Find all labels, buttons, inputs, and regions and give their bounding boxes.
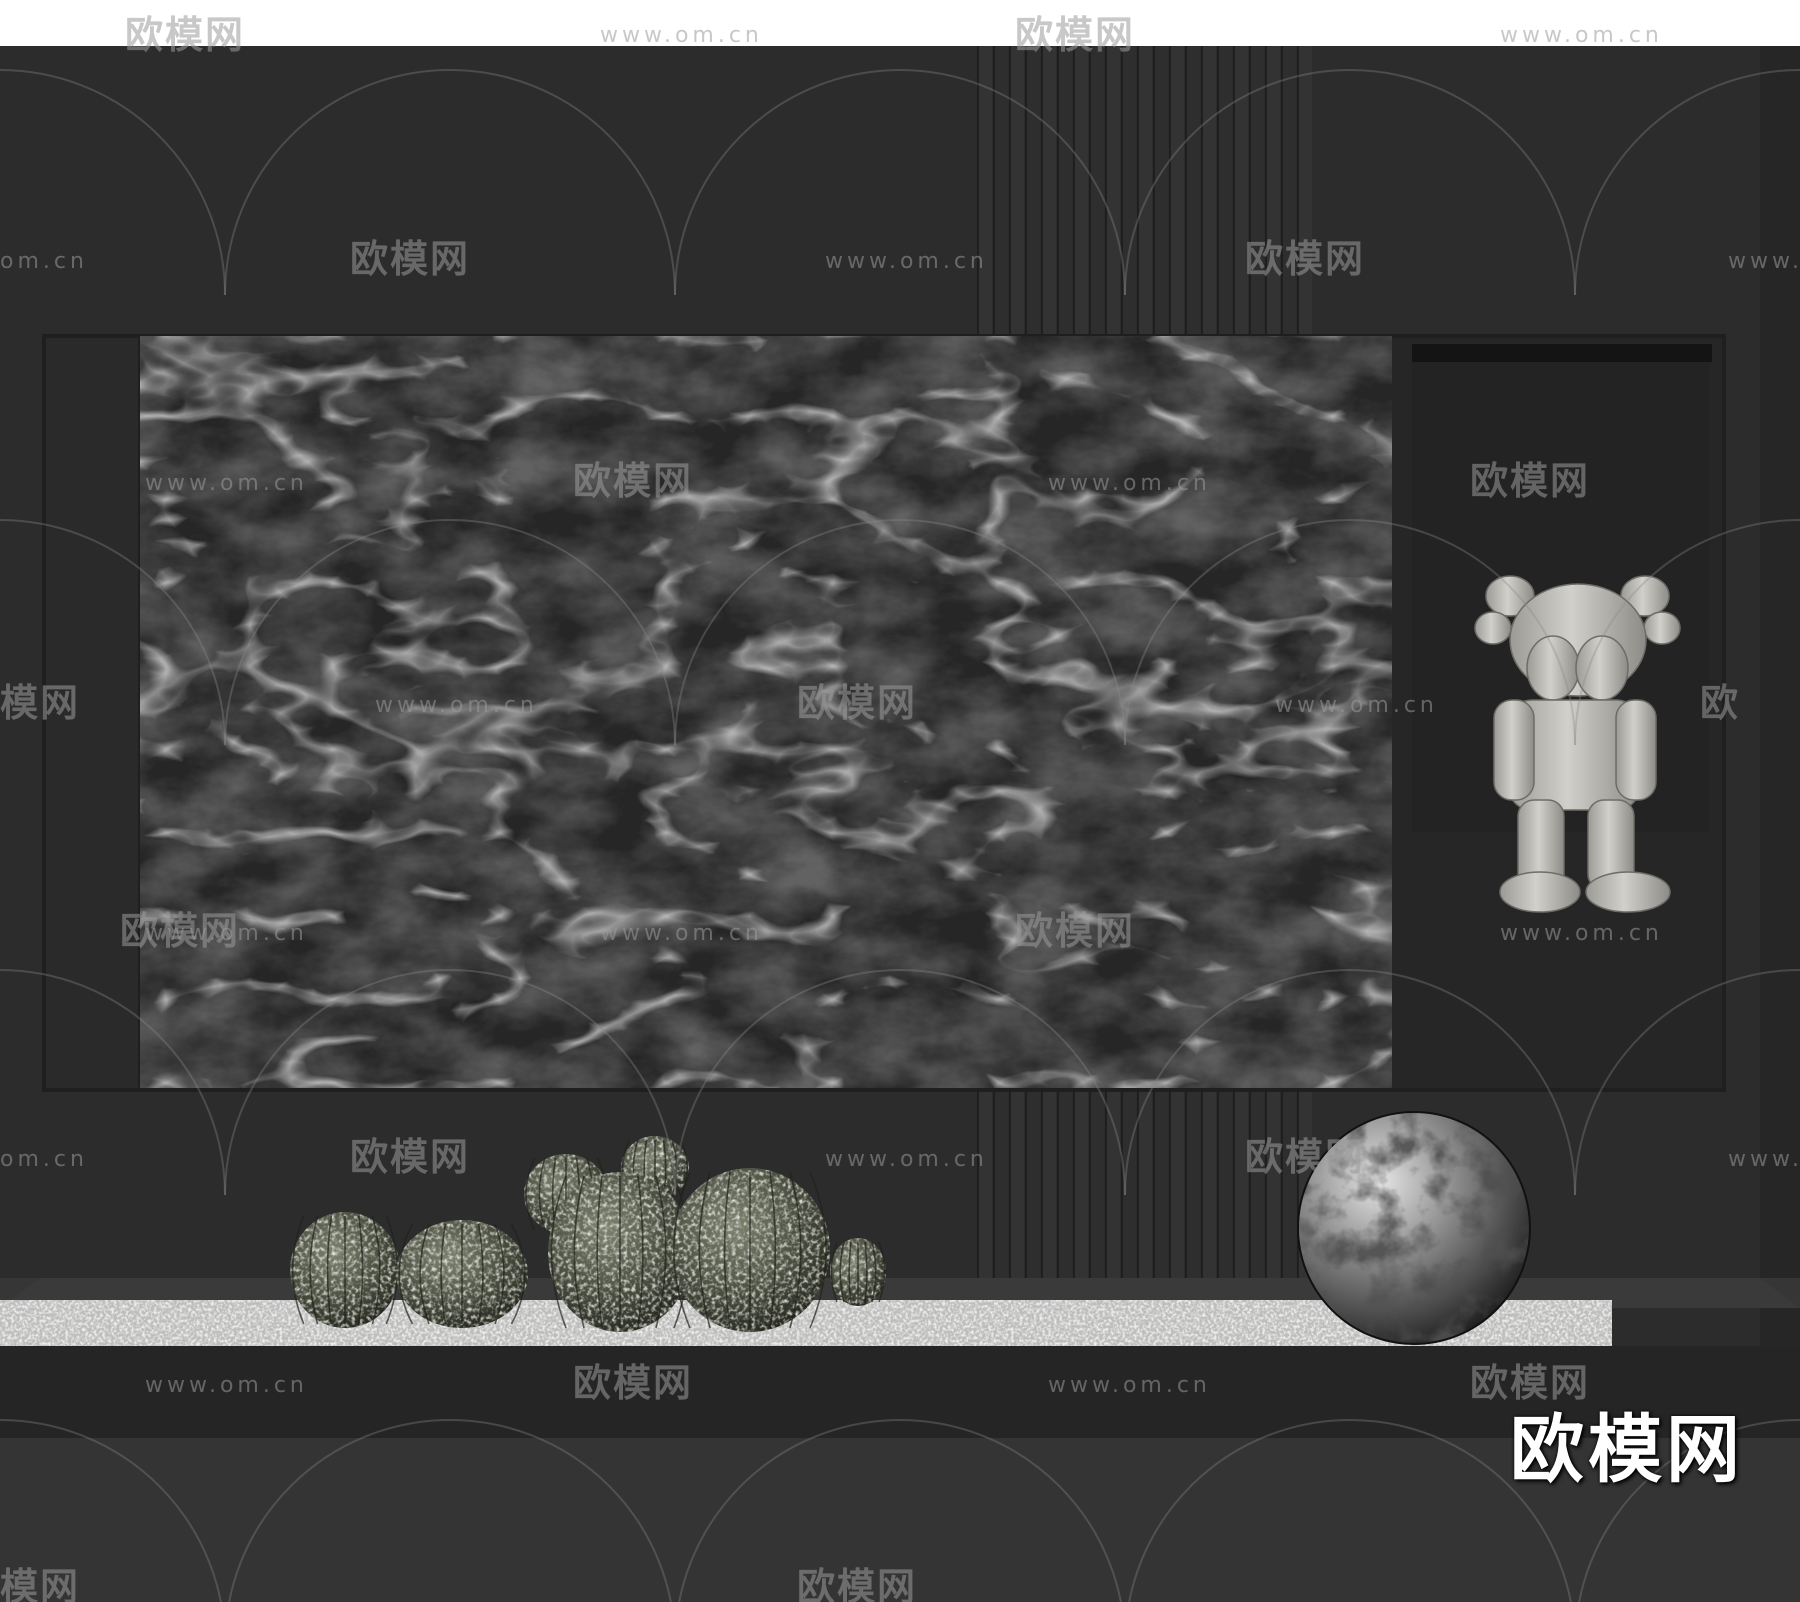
- watermark-url: www.om.cn: [1500, 921, 1663, 946]
- flute-strip: [1106, 46, 1120, 334]
- watermark-brand: 欧模网: [797, 681, 917, 725]
- flute-strip: [1266, 46, 1280, 334]
- fluted-panel-upper: [977, 46, 1312, 334]
- watermark-url: www.om.cn: [1048, 471, 1211, 496]
- watermark-brand: 欧模网: [1470, 1361, 1590, 1405]
- flute-strip: [1282, 1092, 1296, 1280]
- watermark-url: www.om.cn: [1500, 23, 1663, 48]
- flute-strip: [1090, 1092, 1104, 1280]
- watermark-url: www.om.cn: [600, 23, 763, 48]
- watermark-brand: 欧模网: [125, 13, 245, 57]
- flute-strip: [994, 46, 1008, 334]
- watermark-url: www.om.cn: [145, 1373, 308, 1398]
- watermark-brand: 模网: [0, 681, 80, 725]
- watermark-brand: 欧: [1700, 681, 1740, 725]
- flute-strip: [1026, 1092, 1040, 1280]
- watermark-url: www.: [1728, 249, 1800, 274]
- watermark-url: www.: [1728, 1147, 1800, 1172]
- watermark-brand: 欧模网: [1015, 13, 1135, 57]
- flute-strip: [1154, 46, 1168, 334]
- flute-strip: [1282, 46, 1296, 334]
- flute-strip: [1170, 46, 1184, 334]
- watermark-url: om.cn: [0, 1147, 88, 1172]
- niche-top-shadow: [1412, 344, 1712, 362]
- flute-strip: [1186, 46, 1200, 334]
- flute-strip: [1058, 46, 1072, 334]
- flute-strip: [1298, 46, 1312, 334]
- watermark-brand: 欧模网: [1015, 909, 1135, 953]
- flute-strip: [1234, 1092, 1248, 1280]
- watermark-brand: 欧模网: [1470, 459, 1590, 503]
- flute-strip: [1202, 1092, 1216, 1280]
- flute-strip: [1202, 46, 1216, 334]
- fluted-panel-lower: [977, 1092, 1312, 1280]
- watermark-brand: 欧模网: [350, 1135, 470, 1179]
- flute-strip: [1010, 1092, 1024, 1280]
- flute-strip: [1074, 1092, 1088, 1280]
- watermark-url: www.om.cn: [825, 249, 988, 274]
- flute-strip: [1042, 1092, 1056, 1280]
- flute-strip: [994, 1092, 1008, 1280]
- scene-canvas: 欧模网 www.om.cn 欧模网 www.om.cnom.cn 欧模网 www.om.c…: [0, 0, 1800, 1602]
- watermark-url: www.om.cn: [145, 471, 308, 496]
- marble-slab: [140, 336, 1392, 1088]
- watermark-url: om.cn: [0, 249, 88, 274]
- watermark-brand: 欧模网: [350, 237, 470, 281]
- flute-strip: [1234, 46, 1248, 334]
- flute-strip: [1154, 1092, 1168, 1280]
- flute-strip: [1266, 1092, 1280, 1280]
- watermark-brand: 模网: [0, 1565, 80, 1602]
- flute-strip: [1058, 1092, 1072, 1280]
- flute-strip: [1186, 1092, 1200, 1280]
- flute-strip: [1090, 46, 1104, 334]
- watermark-url: www.om.cn: [825, 1147, 988, 1172]
- watermark-url: www.om.cn: [600, 921, 763, 946]
- flute-strip: [1074, 46, 1088, 334]
- flute-strip: [1138, 1092, 1152, 1280]
- flute-strip: [1218, 46, 1232, 334]
- watermark-brand: 欧模网: [120, 909, 240, 953]
- watermark-url: www.om.cn: [1048, 1373, 1211, 1398]
- flute-strip: [1026, 46, 1040, 334]
- flute-strip: [1170, 1092, 1184, 1280]
- brand-logo-text: 欧模网: [1510, 1407, 1744, 1493]
- flute-strip: [978, 1092, 992, 1280]
- flute-strip: [1042, 46, 1056, 334]
- watermark-brand: 欧模网: [1245, 237, 1365, 281]
- flute-strip: [1010, 46, 1024, 334]
- watermark-brand: 欧模网: [797, 1565, 917, 1602]
- flute-strip: [1218, 1092, 1232, 1280]
- watermark-url: www.om.cn: [375, 693, 538, 718]
- watermark-brand: 欧模网: [573, 1361, 693, 1405]
- watermark-brand: 欧模网: [573, 459, 693, 503]
- watermark-brand: 欧模网: [1245, 1135, 1365, 1179]
- flute-strip: [1250, 1092, 1264, 1280]
- watermark-url: www.om.cn: [1275, 693, 1438, 718]
